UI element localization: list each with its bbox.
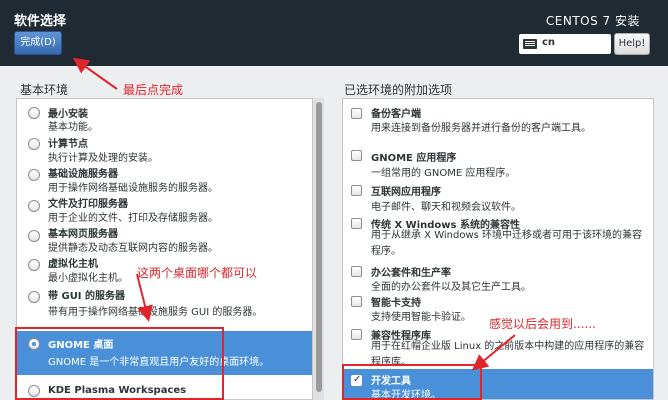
annotation-either-desktop: 这两个桌面哪个都可以 (137, 266, 258, 280)
addon-title: 智能卡支持 (371, 298, 421, 309)
keyboard-layout-indicator[interactable]: cn (519, 34, 611, 54)
env-title: 基本网页服务器 (48, 229, 118, 240)
radio-button[interactable] (28, 169, 40, 181)
env-server-with-gui[interactable]: 带 GUI 的服务器 带有用于操作网络基础设施服务 GUI 的服务器。 (17, 285, 323, 318)
env-desc: 带有用于操作网络基础设施服务 GUI 的服务器。 (48, 307, 263, 318)
keyboard-icon (523, 39, 537, 49)
env-title: 虚拟化主机 (48, 259, 98, 270)
env-desc: 执行计算及处理的安装。 (48, 153, 158, 164)
radio-button[interactable] (28, 138, 40, 150)
done-button[interactable]: 完成(D) (14, 31, 62, 55)
annotation-useful-later: 感觉以后会用到...... (489, 317, 596, 331)
checkbox[interactable] (351, 218, 362, 229)
keyboard-layout-label: cn (542, 37, 556, 48)
radio-button[interactable] (28, 200, 40, 212)
radio-button[interactable] (28, 230, 40, 242)
env-compute-node[interactable]: 计算节点 执行计算及处理的安装。 (17, 132, 323, 164)
addon-title: 备份客户端 (371, 109, 421, 120)
env-title: 文件及打印服务器 (48, 199, 128, 210)
checkbox[interactable] (351, 150, 362, 161)
highlight-box-desktops (15, 327, 224, 400)
env-title: 基础设施服务器 (48, 169, 118, 180)
annotation-click-done: 最后点完成 (123, 83, 184, 97)
addon-desc: 支持使用智能卡验证。 (371, 312, 471, 323)
checkbox[interactable] (351, 108, 362, 119)
addons-list: 备份客户端 用来连接到备份服务器并进行备份的客户端工具。 GNOME 应用程序 … (342, 98, 654, 400)
env-desc: 用于操作网络基础设施服务的服务器。 (48, 183, 218, 194)
addon-backup-client[interactable]: 备份客户端 用来连接到备份服务器并进行备份的客户端工具。 (343, 101, 653, 134)
radio-button[interactable] (28, 291, 40, 303)
addon-desc: 电子邮件、聊天和视频会议软件。 (371, 202, 521, 213)
env-desc: 用于企业的文件、打印及存储服务器。 (48, 213, 218, 224)
help-button[interactable]: Help! (614, 33, 650, 55)
env-infrastructure-server[interactable]: 基础设施服务器 用于操作网络基础设施服务的服务器。 (17, 163, 323, 194)
addon-legacy-x-windows[interactable]: 传统 X Windows 系统的兼容性 用于从继承 X Windows 环境中迁… (343, 214, 653, 258)
addon-desc: 一组常用的 GNOME 应用程序。 (371, 168, 516, 179)
addon-desc: 全面的办公套件以及其它生产工具。 (371, 282, 531, 293)
env-minimal[interactable]: 最小安装 基本功能。 (17, 101, 323, 133)
product-title: CENTOS 7 安装 (545, 14, 640, 28)
addon-desc: 用来连接到备份服务器并进行备份的客户端工具。 (371, 123, 591, 134)
checkbox[interactable] (351, 329, 362, 340)
page-title: 软件选择 (14, 14, 67, 29)
radio-button[interactable] (28, 107, 40, 119)
checkbox[interactable] (351, 185, 362, 196)
env-desc: 基本功能。 (48, 122, 98, 133)
addon-title: 互联网应用程序 (371, 187, 441, 198)
left-scrollbar[interactable] (312, 98, 324, 400)
scrollbar-thumb[interactable] (316, 102, 322, 392)
addon-gnome-applications[interactable]: GNOME 应用程序 一组常用的 GNOME 应用程序。 (343, 147, 653, 179)
env-title: 计算节点 (48, 139, 88, 150)
env-desc: 提供静态及动态互联网内容的服务器。 (48, 243, 218, 254)
header-bar: 软件选择 完成(D) CENTOS 7 安装 cn Help! (0, 0, 668, 66)
env-title: 带 GUI 的服务器 (48, 291, 126, 302)
addon-title: GNOME 应用程序 (371, 153, 457, 164)
checkbox[interactable] (351, 296, 362, 307)
env-desc: 最小虚拟化主机。 (48, 273, 128, 284)
addon-desc: 用于从继承 X Windows 环境中迁移或者可用于该环境的兼容程序。 (371, 230, 643, 257)
radio-button[interactable] (28, 259, 40, 271)
addons-label: 已选环境的附加选项 (344, 83, 453, 97)
env-basic-web-server[interactable]: 基本网页服务器 提供静态及动态互联网内容的服务器。 (17, 223, 323, 254)
addon-internet-applications[interactable]: 互联网应用程序 电子邮件、聊天和视频会议软件。 (343, 181, 653, 213)
base-environment-label: 基本环境 (20, 83, 69, 97)
env-file-print-server[interactable]: 文件及打印服务器 用于企业的文件、打印及存储服务器。 (17, 193, 323, 224)
highlight-box-devtools (342, 364, 482, 400)
addon-office-suite[interactable]: 办公套件和生产率 全面的办公套件以及其它生产工具。 (343, 262, 653, 293)
addon-title: 办公套件和生产率 (371, 268, 451, 279)
checkbox[interactable] (351, 266, 362, 277)
